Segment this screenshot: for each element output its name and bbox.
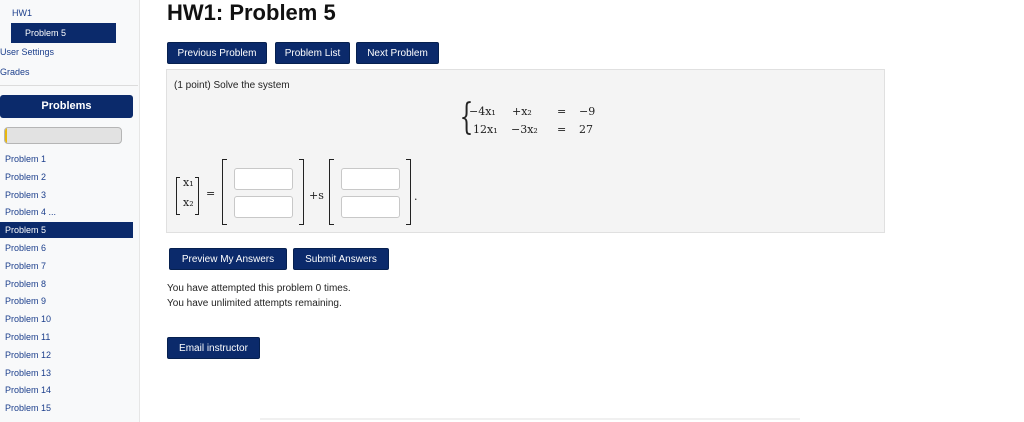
d-bracket-left [329, 159, 334, 225]
page-divider [260, 418, 800, 420]
lhs-bracket-left [176, 177, 180, 215]
sidebar-item-problem[interactable]: Problem 11 [0, 329, 133, 345]
lhs-x1: x₁ [183, 176, 194, 189]
sidebar-item-problem[interactable]: Problem 4 ... [0, 204, 133, 220]
sidebar-item-problem[interactable]: Problem 14 [0, 382, 133, 398]
eq1-equals: = [557, 105, 567, 118]
problem-prompt: (1 point) Solve the system [174, 80, 290, 91]
answer-c1-input[interactable] [234, 168, 293, 190]
preview-answers-button[interactable]: Preview My Answers [169, 248, 287, 270]
sidebar-item-problem[interactable]: Problem 6 [0, 240, 133, 256]
progress-bar [4, 127, 122, 144]
eq1-rhs: −9 [579, 105, 596, 118]
sidebar-item-problem[interactable]: Problem 2 [0, 169, 133, 185]
remaining-text: You have unlimited attempts remaining. [167, 298, 342, 309]
sidebar-item-problem[interactable]: Problem 3 [0, 187, 133, 203]
sidebar-item-problem[interactable]: Problem 5 [0, 222, 133, 239]
eq2-equals: = [557, 123, 567, 136]
sidebar-item-problem[interactable]: Problem 15 [0, 400, 133, 416]
lhs-x2: x₂ [183, 196, 194, 209]
eq2-term-a: 12x₁ [473, 123, 498, 136]
sidebar-divider [0, 85, 138, 86]
eq1-term-b: +x₂ [512, 105, 532, 118]
attempts-text: You have attempted this problem 0 times. [167, 283, 351, 294]
vector-equals: = [206, 187, 216, 200]
user-settings-link[interactable]: User Settings [0, 47, 54, 57]
c-bracket-left [222, 159, 227, 225]
answer-c2-input[interactable] [234, 196, 293, 218]
breadcrumb-current[interactable]: Problem 5 [11, 23, 116, 43]
problems-header: Problems [0, 95, 133, 118]
d-bracket-right [406, 159, 411, 225]
next-problem-button[interactable]: Next Problem [356, 42, 439, 64]
problem-box: (1 point) Solve the system { −4x₁ +x₂ = … [166, 69, 885, 233]
lhs-bracket-right [195, 177, 199, 215]
vector-period: . [414, 190, 418, 203]
eq2-rhs: 27 [579, 123, 593, 136]
page-title: HW1: Problem 5 [167, 0, 336, 25]
sidebar-item-problem[interactable]: Problem 13 [0, 365, 133, 381]
submit-answers-button[interactable]: Submit Answers [293, 248, 389, 270]
sidebar-item-problem[interactable]: Problem 7 [0, 258, 133, 274]
answer-d2-input[interactable] [341, 196, 400, 218]
sidebar-item-problem[interactable]: Problem 1 [0, 151, 133, 167]
progress-fill [5, 128, 8, 143]
problem-list-button[interactable]: Problem List [275, 42, 350, 64]
previous-problem-button[interactable]: Previous Problem [167, 42, 267, 64]
c-bracket-right [299, 159, 304, 225]
answer-d1-input[interactable] [341, 168, 400, 190]
plus-s-label: +s [309, 189, 324, 202]
eq2-term-b: −3x₂ [511, 123, 538, 136]
sidebar: HW1 Problem 5 User Settings Grades Probl… [0, 0, 140, 422]
sidebar-item-problem[interactable]: Problem 10 [0, 311, 133, 327]
sidebar-item-problem[interactable]: Problem 8 [0, 276, 133, 292]
eq1-term-a: −4x₁ [469, 105, 496, 118]
email-instructor-button[interactable]: Email instructor [167, 337, 260, 359]
breadcrumb-course[interactable]: HW1 [12, 8, 32, 18]
sidebar-item-problem[interactable]: Problem 12 [0, 347, 133, 363]
sidebar-item-problem[interactable]: Problem 9 [0, 293, 133, 309]
grades-link[interactable]: Grades [0, 67, 30, 77]
